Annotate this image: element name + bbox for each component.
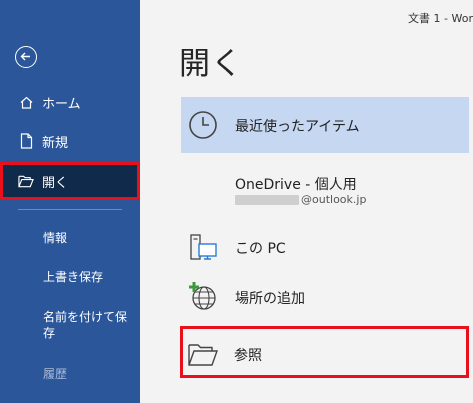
location-onedrive-label: OneDrive - 個人用 (235, 177, 357, 193)
location-add-place[interactable]: 場所の追加 (181, 268, 469, 324)
browse-folder-icon (187, 339, 219, 371)
nav-home[interactable]: ホーム (0, 84, 140, 120)
location-browse[interactable]: 参照 (180, 326, 469, 378)
backstage-sidebar: ホーム 新規 開く 情報 上書き保存 名前を付けて保存 履歴 (0, 0, 140, 403)
page-title: 開く (179, 46, 243, 82)
location-this-pc-label: この PC (235, 241, 286, 257)
location-onedrive-account: @outlook.jp (235, 193, 366, 206)
nav-history: 履歴 (43, 367, 68, 381)
clock-icon (187, 109, 219, 141)
location-recent[interactable]: 最近使ったアイテム (181, 97, 469, 153)
nav-home-label: ホーム (42, 96, 81, 112)
sidebar-divider (18, 209, 122, 210)
location-add-place-label: 場所の追加 (235, 291, 305, 307)
main-panel: 文書 1 - Wor 開く 最近使ったアイテム OneDrive - 個人用 @… (140, 0, 473, 403)
window-title: 文書 1 - Wor (408, 12, 473, 25)
nav-new[interactable]: 新規 (0, 123, 140, 159)
back-button[interactable] (15, 46, 37, 68)
nav-open-label: 開く (42, 175, 69, 191)
nav-open[interactable]: 開く (0, 162, 140, 200)
location-recent-label: 最近使ったアイテム (235, 119, 360, 135)
new-document-icon (18, 133, 34, 149)
nav-info[interactable]: 情報 (43, 230, 133, 246)
location-browse-label: 参照 (234, 348, 262, 364)
open-folder-icon (18, 173, 34, 189)
location-onedrive[interactable]: OneDrive - 個人用 @outlook.jp (181, 166, 469, 216)
home-icon (18, 94, 34, 110)
account-domain: @outlook.jp (301, 193, 367, 206)
nav-save-as[interactable]: 名前を付けて保存 (43, 309, 133, 341)
redacted-email (235, 195, 299, 205)
nav-save[interactable]: 上書き保存 (43, 269, 133, 285)
this-pc-icon (187, 232, 219, 264)
back-arrow-icon (20, 52, 30, 61)
add-place-icon (187, 280, 219, 312)
nav-new-label: 新規 (42, 135, 69, 151)
